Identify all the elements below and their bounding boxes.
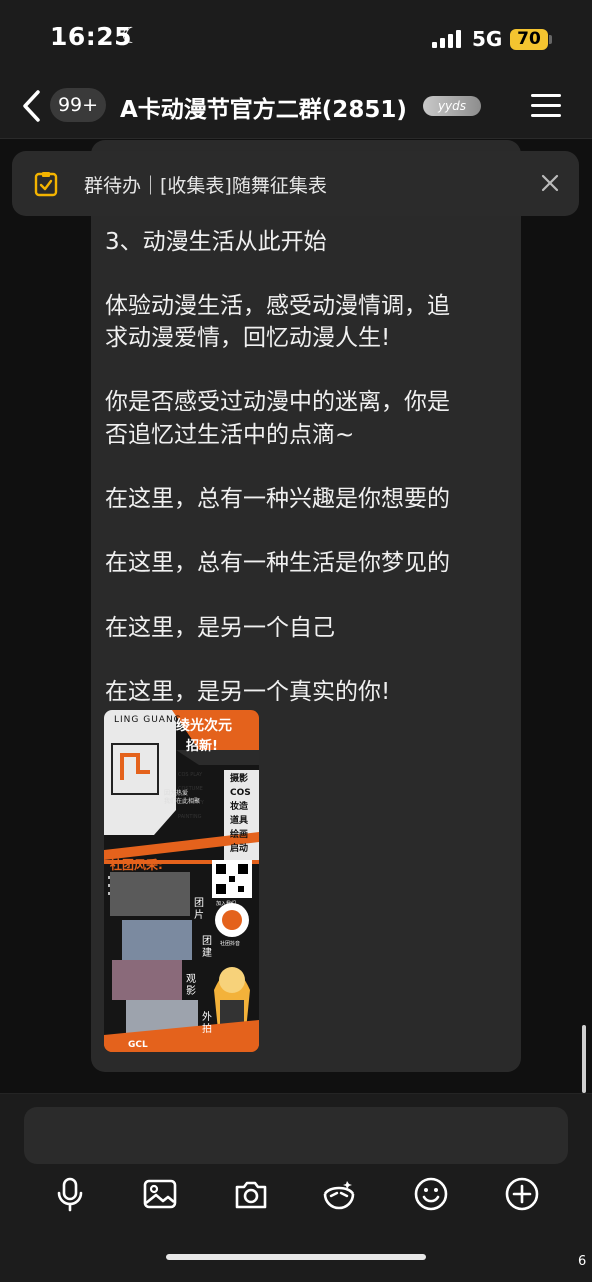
poster-vertical-label: 团片: [194, 898, 204, 921]
poster-title: 绫光次元: [176, 718, 232, 734]
message-line: 否追忆过生活中的点滴~: [105, 422, 355, 448]
menu-icon[interactable]: [531, 94, 561, 118]
close-icon[interactable]: [540, 173, 560, 193]
network-type: 5G: [472, 27, 503, 51]
message-line: 体验动漫生活，感受动漫情调，追: [105, 293, 450, 319]
poster-category: 摄影: [230, 774, 249, 784]
poster-vertical-label: 外拍: [202, 1012, 212, 1035]
message-input[interactable]: [24, 1107, 568, 1164]
poster-category: 妆造: [230, 802, 249, 812]
poster-category-en-item: PAINTING: [178, 814, 202, 820]
signal-icon: [432, 30, 462, 48]
camera-icon[interactable]: [233, 1176, 269, 1212]
poster-category: COS: [230, 788, 251, 798]
status-time: 16:25: [50, 22, 133, 51]
battery-tip: [549, 35, 552, 44]
back-arrow-icon[interactable]: [20, 88, 46, 124]
poster-footer: GCL: [128, 1040, 148, 1050]
message-line: 求动漫爱情，回忆动漫人生!: [105, 325, 391, 351]
chat-title[interactable]: A卡动漫节官方二群(2851): [120, 90, 407, 124]
microphone-icon[interactable]: [52, 1176, 88, 1212]
message-line: 在这里，是另一个真实的你!: [105, 679, 391, 705]
plus-icon[interactable]: [504, 1176, 540, 1212]
group-level-tag: yyds: [423, 96, 481, 116]
poster-subtitle: 招新!: [186, 739, 218, 754]
poster-vertical-label: 观影: [186, 974, 196, 997]
poster-section-title: 社团风采:: [110, 858, 163, 872]
poster-category: 绘画: [230, 830, 249, 840]
chat-header: 99+ A卡动漫节官方二群(2851) yyds: [0, 78, 592, 139]
image-icon[interactable]: [142, 1176, 178, 1212]
sticker-icon[interactable]: [321, 1176, 357, 1212]
message-line: 在这里，总有一种生活是你梦见的: [105, 550, 450, 576]
message-line: 在这里，是另一个自己: [105, 615, 335, 641]
status-bar: 16:25 ☾ 5G 70: [0, 0, 592, 78]
message-line: 你是否感受过动漫中的迷离，你是: [105, 389, 450, 415]
todo-text: 群待办｜[收集表]随舞征集表: [84, 175, 327, 197]
message-line: 在这里，总有一种兴趣是你想要的: [105, 486, 450, 512]
battery-icon: 70: [510, 29, 548, 50]
corner-digit: 6: [578, 1254, 587, 1269]
poster-graphics: [104, 710, 259, 1052]
poster-category: 启动: [230, 844, 249, 854]
unread-count-badge[interactable]: 99+: [50, 88, 106, 122]
recruitment-poster-image[interactable]: LING GUANG 绫光次元 招新! 摄影 COS 妆造 道具 绘画 启动 C…: [104, 710, 259, 1052]
home-indicator[interactable]: [166, 1254, 426, 1260]
poster-qr-caption: 社团抖音: [220, 941, 241, 947]
input-area: [0, 1093, 592, 1282]
moon-icon: ☾: [121, 24, 141, 49]
poster-header: LING GUANG: [114, 715, 182, 725]
clipboard-check-icon: [34, 172, 58, 197]
poster-slogan: 我们在此相聚: [164, 798, 201, 805]
poster-category-en-item: COS PLAY: [178, 772, 203, 778]
message-line: 3、动漫生活从此开始: [105, 229, 327, 255]
poster-qr-caption: 加入我们: [216, 901, 237, 907]
poster-vertical-label: 团建: [202, 936, 212, 959]
emoji-icon[interactable]: [413, 1176, 449, 1212]
poster-categories: 摄影 COS 妆造 道具 绘画 启动: [230, 772, 251, 856]
poster-category: 道具: [230, 816, 249, 826]
scrollbar[interactable]: [582, 1025, 586, 1093]
group-todo-banner[interactable]: 群待办｜[收集表]随舞征集表: [12, 151, 579, 216]
